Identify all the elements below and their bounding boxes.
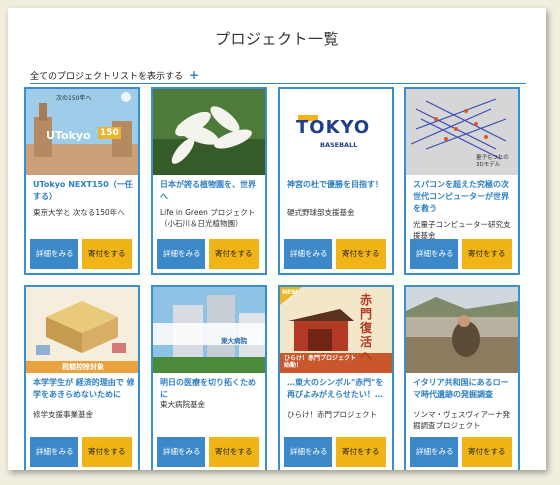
card-organization: 光量子コンピューター研究支援基金 bbox=[413, 220, 511, 240]
project-card-quantum-computer[interactable]: 量子もつれの3Dモデル スパコンを超えた究極の次世代コンピューターが世界を救う … bbox=[404, 87, 520, 275]
donate-button[interactable]: 寄付をする bbox=[336, 437, 386, 467]
card-title[interactable]: イタリア共和国にあるローマ時代遺跡の発掘調査 bbox=[413, 377, 515, 401]
thumb-logo-text: UTokyo bbox=[46, 129, 91, 142]
donate-button[interactable]: 寄付をする bbox=[336, 239, 386, 269]
thumb-caption: 次の150年へ bbox=[56, 95, 92, 102]
donate-button[interactable]: 寄付をする bbox=[462, 239, 512, 269]
page-frame: プロジェクト一覧 全てのプロジェクトリストを表示する + 次の150年へ UTok… bbox=[8, 8, 546, 470]
card-title[interactable]: スパコンを超えた究極の次世代コンピューターが世界を救う bbox=[413, 179, 515, 215]
project-card-baseball[interactable]: TOKYO BASEBALL 神宮の杜で優勝を目指す！ 硬式野球部支援基金 詳細… bbox=[278, 87, 394, 275]
card-organization: ひらけ！赤門プロジェクト bbox=[287, 410, 377, 419]
project-card-hospital[interactable]: 東大病院 明日の医療を切り拓くために 東大病院基金 詳細をみる 寄付をする bbox=[151, 285, 267, 470]
details-button[interactable]: 詳細をみる bbox=[30, 437, 78, 467]
project-thumbnail[interactable]: 東大病院 bbox=[153, 287, 265, 373]
project-thumbnail[interactable] bbox=[406, 287, 518, 373]
project-thumbnail[interactable]: NEW 赤門 復活へ ひらけ！赤門プロジェクト始動！ bbox=[280, 287, 392, 373]
card-organization: 修学支援事業基金 bbox=[33, 410, 93, 419]
card-organization: 東大病院基金 bbox=[160, 400, 205, 409]
details-button[interactable]: 詳細をみる bbox=[284, 239, 332, 269]
thumb-logo-sub: BASEBALL bbox=[320, 141, 358, 149]
project-card-scholarship[interactable]: 税額控除対象 本学学生が 経済的理由で 修学をあきらめないために 修学支援事業基… bbox=[24, 285, 140, 470]
card-title[interactable]: 明日の医療を切り拓くために bbox=[160, 377, 262, 401]
details-button[interactable]: 詳細をみる bbox=[410, 437, 458, 467]
page-title: プロジェクト一覧 bbox=[214, 30, 339, 48]
card-title[interactable]: 本学学生が 経済的理由で 修学をあきらめないために bbox=[33, 377, 135, 401]
project-thumbnail[interactable]: TOKYO BASEBALL bbox=[280, 89, 392, 175]
donate-button[interactable]: 寄付をする bbox=[209, 437, 259, 467]
donate-button[interactable]: 寄付をする bbox=[209, 239, 259, 269]
thumb-caption: 税額控除対象 bbox=[62, 363, 104, 371]
project-thumbnail[interactable]: 次の150年へ UTokyo 150 bbox=[26, 89, 138, 175]
project-card-akamon[interactable]: NEW 赤門 復活へ ひらけ！赤門プロジェクト始動！ …東大のシンボル"赤門"を… bbox=[278, 285, 394, 470]
details-button[interactable]: 詳細をみる bbox=[157, 239, 205, 269]
details-button[interactable]: 詳細をみる bbox=[30, 239, 78, 269]
thumb-caption: 量子もつれの3Dモデル bbox=[476, 155, 509, 168]
divider bbox=[30, 83, 526, 84]
show-all-label: 全てのプロジェクトリストを表示する bbox=[30, 72, 184, 82]
thumb-caption: ひらけ！赤門プロジェクト始動！ bbox=[284, 355, 357, 369]
card-title[interactable]: 神宮の杜で優勝を目指す！ bbox=[287, 179, 389, 191]
card-title[interactable]: …東大のシンボル"赤門"を再びよみがえらせたい！… bbox=[287, 377, 389, 401]
card-organization: ソンマ・ヴェスヴィアーナ発掘調査プロジェクト bbox=[413, 410, 511, 430]
thumb-logo-text: 東大病院 bbox=[221, 337, 247, 345]
donate-button[interactable]: 寄付をする bbox=[462, 437, 512, 467]
thumb-headline: 赤門 復活へ bbox=[360, 293, 373, 363]
card-organization: Life in Green プロジェクト（小石川＆日光植物園） bbox=[160, 208, 256, 228]
card-organization: 東京大学と 次なる150年へ bbox=[33, 208, 125, 217]
donate-button[interactable]: 寄付をする bbox=[82, 437, 132, 467]
new-badge: NEW bbox=[282, 289, 298, 296]
thumb-logo-badge: 150 bbox=[98, 127, 121, 139]
project-thumbnail[interactable]: 量子もつれの3Dモデル bbox=[406, 89, 518, 175]
card-title[interactable]: UTokyo NEXT150（一任する） bbox=[33, 179, 135, 203]
card-title[interactable]: 日本が誇る植物園を、世界へ bbox=[160, 179, 262, 203]
project-thumbnail[interactable] bbox=[153, 89, 265, 175]
project-thumbnail[interactable]: 税額控除対象 bbox=[26, 287, 138, 373]
project-card-italy-excavation[interactable]: イタリア共和国にあるローマ時代遺跡の発掘調査 ソンマ・ヴェスヴィアーナ発掘調査プ… bbox=[404, 285, 520, 470]
project-card-utokyo-next150[interactable]: 次の150年へ UTokyo 150 UTokyo NEXT150（一任する） … bbox=[24, 87, 140, 275]
show-all-projects-link[interactable]: 全てのプロジェクトリストを表示する + bbox=[30, 68, 199, 82]
card-organization: 硬式野球部支援基金 bbox=[287, 208, 355, 217]
thumb-logo-text: TOKYO bbox=[296, 117, 371, 138]
details-button[interactable]: 詳細をみる bbox=[284, 437, 332, 467]
plus-icon: + bbox=[189, 68, 200, 82]
donate-button[interactable]: 寄付をする bbox=[82, 239, 132, 269]
details-button[interactable]: 詳細をみる bbox=[410, 239, 458, 269]
details-button[interactable]: 詳細をみる bbox=[157, 437, 205, 467]
project-card-botanical-garden[interactable]: 日本が誇る植物園を、世界へ Life in Green プロジェクト（小石川＆日… bbox=[151, 87, 267, 275]
